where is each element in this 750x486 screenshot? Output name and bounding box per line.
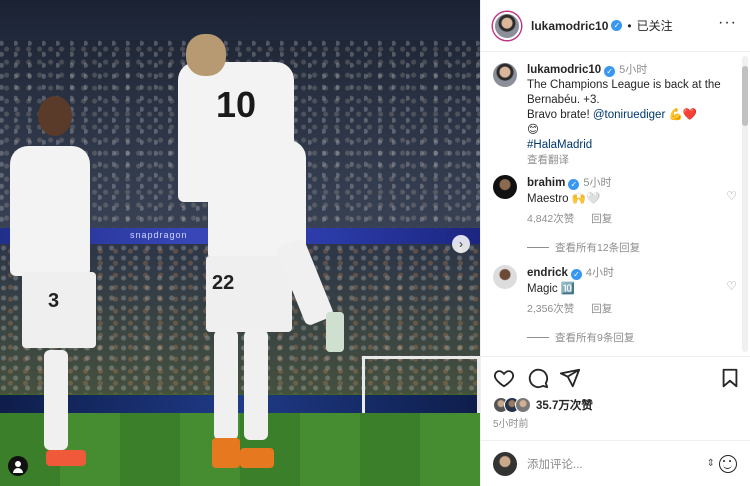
comment-username[interactable]: brahim — [527, 177, 565, 189]
caption-text-prefix: Bravo brate! — [527, 109, 590, 121]
comment-username[interactable]: endrick — [527, 267, 568, 279]
view-replies-link[interactable]: 查看所有12条回复 — [527, 240, 640, 255]
caption-emoji-smile: 😊 — [527, 124, 539, 136]
player-left-leg — [44, 350, 68, 450]
goal-frame — [362, 356, 480, 413]
see-translation-link[interactable]: 查看翻译 — [527, 154, 569, 166]
next-photo-button[interactable]: › — [452, 235, 470, 253]
add-comment-bar: 添加评论... ⇕ — [481, 440, 750, 486]
comments-list[interactable]: lukamodric10 ✓ 5小时 The Champions League is… — [481, 53, 743, 355]
caption-hashtag-link[interactable]: #HalaMadrid — [527, 139, 592, 151]
likes-count[interactable]: 35.7万次赞 — [536, 397, 593, 413]
player-rudiger-number: 22 — [212, 272, 235, 294]
share-paper-plane-icon[interactable] — [559, 367, 581, 389]
current-user-avatar — [493, 451, 517, 476]
comment-verified-icon: ✓ — [570, 269, 582, 280]
sticker-icon[interactable]: ⇕ — [707, 458, 715, 469]
banner-text: snapdragon — [130, 230, 188, 240]
view-replies-link[interactable]: 查看所有9条回复 — [527, 330, 634, 345]
player-rudiger-boot-right — [240, 448, 274, 468]
post-actions: 35.7万次赞 5小时前 — [481, 356, 750, 440]
add-comment-input[interactable]: 添加评论... — [527, 456, 707, 472]
player-rudiger-leg-left — [214, 330, 238, 440]
comment-like-heart-icon[interactable]: ♡ — [726, 189, 737, 203]
verified-badge-icon: ✓ — [611, 20, 623, 31]
save-bookmark-icon[interactable] — [719, 367, 741, 389]
comment-likes[interactable]: 4,842次赞 — [527, 213, 574, 225]
following-button[interactable]: 已关注 — [637, 17, 673, 34]
comment-text: Maestro 🙌🤍 — [527, 193, 601, 205]
comments-scrollbar-thumb[interactable] — [742, 66, 748, 126]
player-rudiger-shorts: 22 — [206, 256, 292, 332]
comment-item: brahim ✓ 5小时 Maestro 🙌🤍 4,842次赞 回复 ♡ — [493, 175, 739, 226]
caption-time: 5小时 — [619, 64, 648, 76]
caption-author-avatar[interactable] — [493, 63, 517, 87]
comment-verified-icon: ✓ — [568, 179, 580, 190]
comment-reply-button[interactable]: 回复 — [591, 213, 612, 225]
player-modric-head — [186, 34, 226, 76]
player-modric-number: 10 — [216, 84, 257, 125]
caption-text-line1: The Champions League is back at the Bern… — [527, 79, 721, 106]
player-left-boot — [46, 450, 86, 466]
commenter-avatar[interactable] — [493, 265, 517, 289]
comment-text: Magic 🔟 — [527, 283, 576, 295]
tagged-users-icon[interactable] — [8, 456, 28, 476]
separator-dot: • — [627, 18, 632, 33]
author-avatar[interactable] — [493, 11, 521, 40]
player-rudiger-boot-left — [212, 438, 240, 468]
comment-time: 5小时 — [583, 177, 612, 189]
player-modric-boot — [326, 312, 344, 352]
player-rudiger-leg-right — [244, 330, 268, 440]
commenter-avatar[interactable] — [493, 175, 517, 199]
author-username[interactable]: lukamodric10 — [531, 19, 608, 33]
liker-avatar — [515, 397, 531, 413]
more-options-icon[interactable]: ··· — [718, 14, 737, 32]
likes-summary[interactable]: 35.7万次赞 — [493, 397, 593, 413]
player-left-head — [38, 96, 72, 136]
caption-mention-link[interactable]: @toniruediger — [593, 109, 665, 121]
player-left-shirt — [10, 146, 90, 276]
caption-emojis: 💪❤️ — [668, 109, 698, 121]
comment-bubble-icon[interactable] — [527, 367, 549, 389]
player-left-number: 3 — [48, 290, 60, 312]
post-caption: lukamodric10 ✓ 5小时 The Champions League is… — [493, 63, 733, 168]
caption-verified-icon: ✓ — [604, 66, 616, 77]
caption-username[interactable]: lukamodric10 — [527, 64, 601, 76]
comment-item: endrick ✓ 4小时 Magic 🔟 2,356次赞 回复 ♡ — [493, 265, 739, 316]
player-left-shorts: 3 — [22, 272, 96, 348]
post-timestamp[interactable]: 5小时前 — [493, 415, 529, 430]
emoji-picker-icon[interactable] — [719, 454, 737, 473]
post-sidebar: lukamodric10 ✓ • 已关注 ··· lukamodric10 ✓ 5小… — [480, 0, 750, 486]
comment-like-heart-icon[interactable]: ♡ — [726, 279, 737, 293]
post-photo[interactable]: snapdragon 3 10 22 › — [0, 0, 480, 486]
post-header: lukamodric10 ✓ • 已关注 ··· — [481, 0, 750, 52]
like-heart-icon[interactable] — [493, 367, 515, 389]
comment-likes[interactable]: 2,356次赞 — [527, 303, 574, 315]
comment-time: 4小时 — [585, 267, 615, 279]
comment-reply-button[interactable]: 回复 — [591, 303, 612, 315]
